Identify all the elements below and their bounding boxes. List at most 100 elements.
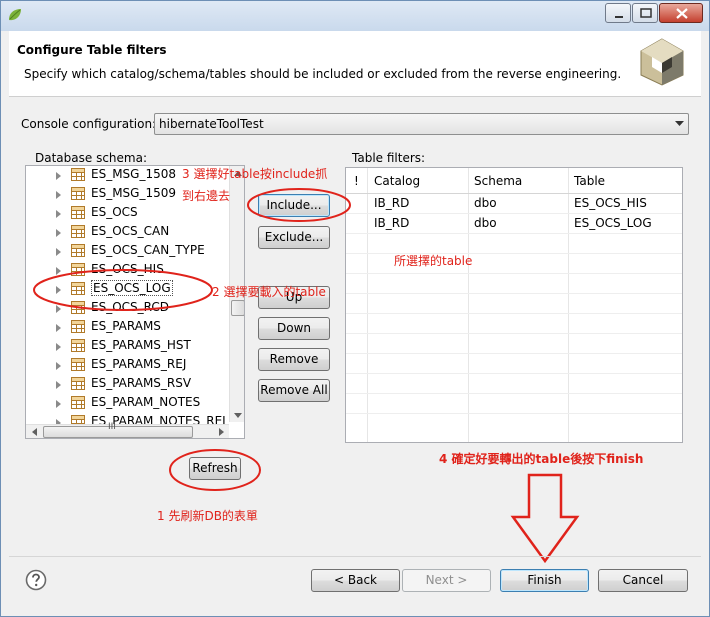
maximize-icon bbox=[640, 8, 652, 18]
close-button[interactable] bbox=[659, 3, 703, 23]
row2-schema[interactable]: dbo bbox=[474, 216, 497, 230]
row-divider bbox=[346, 273, 682, 274]
back-button[interactable]: < Back bbox=[311, 569, 400, 592]
column-header-flag[interactable]: ! bbox=[354, 174, 359, 188]
row-divider bbox=[346, 333, 682, 334]
maximize-button[interactable] bbox=[632, 3, 658, 23]
table-icon bbox=[71, 396, 85, 409]
remove-button[interactable]: Remove bbox=[258, 348, 330, 371]
row-divider bbox=[346, 353, 682, 354]
footer-separator bbox=[9, 556, 701, 557]
schema-item-label: ES_PARAMS bbox=[91, 319, 161, 333]
expand-arrow-icon[interactable] bbox=[56, 191, 61, 199]
row-divider bbox=[346, 413, 682, 414]
expand-arrow-icon[interactable] bbox=[56, 248, 61, 256]
expand-arrow-icon[interactable] bbox=[56, 229, 61, 237]
scroll-left-arrow-icon[interactable] bbox=[28, 425, 42, 439]
console-configuration-value: hibernateToolTest bbox=[159, 117, 264, 131]
expand-arrow-icon[interactable] bbox=[56, 343, 61, 351]
annotation-step3-line2: 到右邊去 bbox=[182, 189, 231, 203]
schema-tree-item[interactable]: ES_PARAMS_HST bbox=[26, 337, 231, 356]
schema-tree-item[interactable]: ES_PARAMS_RSV bbox=[26, 375, 231, 394]
schema-item-label: ES_PARAMS_REJ bbox=[91, 357, 187, 371]
expand-arrow-icon[interactable] bbox=[56, 324, 61, 332]
column-divider bbox=[468, 168, 469, 442]
table-icon bbox=[71, 358, 85, 371]
column-divider bbox=[568, 168, 569, 442]
schema-tree-item[interactable]: ES_PARAMS bbox=[26, 318, 231, 337]
row1-table[interactable]: ES_OCS_HIS bbox=[574, 196, 647, 210]
eclipse-leaf-icon bbox=[9, 9, 21, 21]
row1-schema[interactable]: dbo bbox=[474, 196, 497, 210]
wizard-header: Configure Table filters Specify which ca… bbox=[9, 31, 701, 97]
minimize-icon bbox=[615, 16, 623, 18]
table-icon bbox=[71, 225, 85, 238]
vertical-scroll-thumb[interactable] bbox=[231, 300, 244, 316]
row-divider bbox=[346, 393, 682, 394]
row-divider bbox=[346, 373, 682, 374]
column-header-catalog[interactable]: Catalog bbox=[374, 174, 420, 188]
next-button[interactable]: Next > bbox=[402, 569, 491, 592]
horizontal-scroll-thumb[interactable]: III bbox=[43, 422, 193, 438]
row1-catalog[interactable]: IB_RD bbox=[374, 196, 409, 210]
row-divider bbox=[346, 293, 682, 294]
remove-all-button[interactable]: Remove All bbox=[258, 379, 330, 402]
row2-catalog[interactable]: IB_RD bbox=[374, 216, 409, 230]
annotation-step3-line1: 3 選擇好table按include抓 bbox=[182, 167, 328, 181]
table-icon bbox=[71, 206, 85, 219]
schema-tree-item[interactable]: ES_PARAM_NOTES bbox=[26, 394, 231, 413]
schema-item-label: ES_MSG_1509 bbox=[91, 186, 177, 200]
schema-item-label: ES_OCS_CAN_TYPE bbox=[91, 243, 205, 257]
schema-tree-item[interactable]: ES_OCS_CAN_TYPE bbox=[26, 242, 231, 261]
scroll-right-arrow-icon[interactable] bbox=[214, 425, 228, 439]
console-configuration-select[interactable]: hibernateToolTest bbox=[154, 113, 689, 135]
schema-tree-item[interactable]: ES_OCS bbox=[26, 204, 231, 223]
row2-table[interactable]: ES_OCS_LOG bbox=[574, 216, 652, 230]
expand-arrow-icon[interactable] bbox=[56, 400, 61, 408]
header-divider bbox=[346, 193, 682, 194]
table-icon bbox=[71, 187, 85, 200]
help-icon[interactable] bbox=[25, 569, 47, 591]
title-bar bbox=[1, 1, 709, 31]
annotation-step2: 2 選擇要載入的table bbox=[212, 285, 326, 299]
down-button[interactable]: Down bbox=[258, 317, 330, 340]
schema-item-label: ES_PARAMS_RSV bbox=[91, 376, 192, 390]
row-divider bbox=[346, 313, 682, 314]
minimize-button[interactable] bbox=[605, 3, 631, 23]
row-divider bbox=[346, 213, 682, 214]
page-description: Specify which catalog/schema/tables shou… bbox=[24, 67, 622, 81]
scroll-down-arrow-icon[interactable] bbox=[230, 410, 245, 422]
schema-tree-item[interactable]: ES_PARAMS_REJ bbox=[26, 356, 231, 375]
schema-item-label: ES_MSG_1508 bbox=[91, 167, 177, 181]
exclude-button[interactable]: Exclude... bbox=[258, 226, 330, 249]
row-divider bbox=[346, 233, 682, 234]
schema-tree-item[interactable]: ES_OCS_CAN bbox=[26, 223, 231, 242]
refresh-highlight-ellipse bbox=[169, 449, 261, 491]
cancel-button[interactable]: Cancel bbox=[598, 569, 688, 592]
database-schema-label: Database schema: bbox=[35, 151, 147, 165]
schema-item-label: ES_PARAM_NOTES bbox=[91, 395, 201, 409]
table-icon bbox=[71, 320, 85, 333]
expand-arrow-icon[interactable] bbox=[56, 210, 61, 218]
table-icon bbox=[71, 168, 85, 181]
column-divider bbox=[367, 168, 368, 442]
table-icon bbox=[71, 339, 85, 352]
table-icon bbox=[71, 377, 85, 390]
schema-item-label: ES_OCS_CAN bbox=[91, 224, 170, 238]
column-header-schema[interactable]: Schema bbox=[474, 174, 522, 188]
expand-arrow-icon[interactable] bbox=[56, 381, 61, 389]
column-header-table[interactable]: Table bbox=[574, 174, 605, 188]
hibernate-logo-icon bbox=[640, 38, 684, 86]
finish-button[interactable]: Finish bbox=[500, 569, 589, 592]
schema-horizontal-scrollbar[interactable]: III bbox=[26, 422, 229, 439]
table-filters-table[interactable]: ! Catalog Schema Table IB_RD dbo ES_OCS_… bbox=[345, 167, 683, 443]
expand-arrow-icon[interactable] bbox=[56, 362, 61, 370]
annotation-step4: 4 確定好要轉出的table後按下finish bbox=[439, 452, 644, 466]
expand-arrow-icon[interactable] bbox=[56, 172, 61, 180]
schema-item-label: ES_OCS bbox=[91, 205, 138, 219]
dropdown-arrow-icon bbox=[675, 121, 684, 126]
include-highlight-ellipse bbox=[247, 188, 351, 222]
scroll-grip: III bbox=[108, 422, 116, 432]
close-icon bbox=[676, 8, 688, 19]
dialog-window: Configure Table filters Specify which ca… bbox=[0, 0, 710, 617]
